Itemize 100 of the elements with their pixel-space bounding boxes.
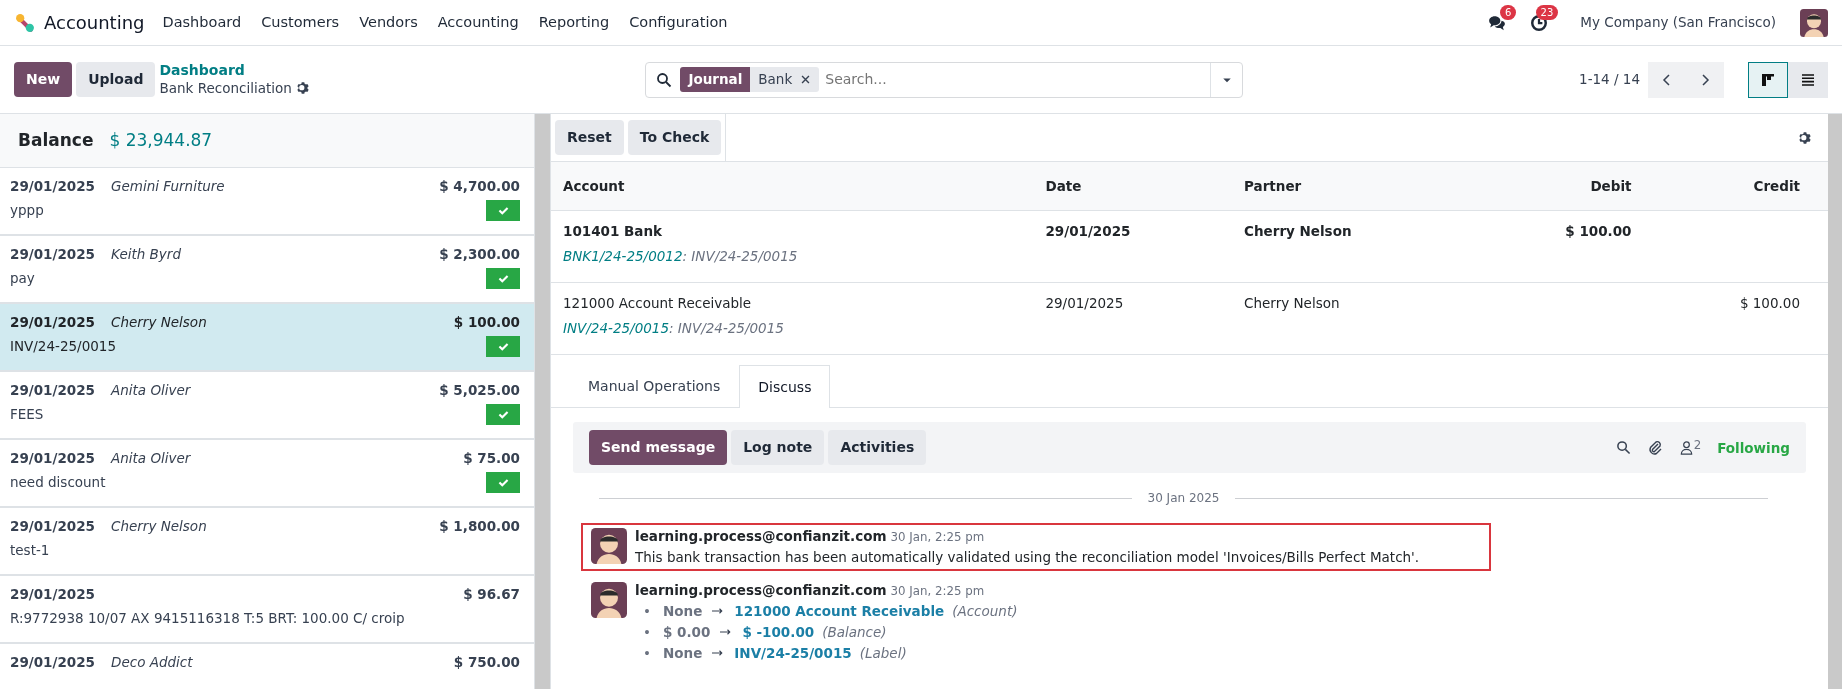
author-avatar-icon [591, 582, 627, 618]
to-check-button[interactable]: To Check [627, 120, 722, 155]
send-message-button[interactable]: Send message [589, 430, 728, 466]
message-count-badge: 6 [1499, 5, 1517, 21]
transaction-amount: $ 5,025.00 [439, 381, 520, 400]
transaction-amount: $ 96.67 [463, 585, 520, 604]
transaction-label: yppp [10, 201, 44, 221]
column-header: Debit [1459, 162, 1644, 211]
facet-label: Journal [680, 67, 751, 92]
close-icon[interactable] [800, 74, 812, 85]
transaction-date: 29/01/2025 [10, 585, 95, 604]
settings-icon[interactable] [295, 81, 310, 96]
search-icon[interactable] [1615, 440, 1631, 456]
list-marker: • [643, 623, 651, 641]
account-name: 121000 Account Receivable [563, 294, 753, 314]
new-value[interactable]: $ -100.00 [742, 623, 815, 641]
column-header: Partner [1232, 162, 1460, 211]
reference-detail: : INV/24-25/0015 [669, 319, 784, 336]
search-icon[interactable] [656, 71, 673, 88]
credit-amount: $ 100.00 [1739, 295, 1800, 312]
transaction-label: FEES [10, 405, 44, 425]
message-author[interactable]: learning.process@confianzit.com [635, 582, 887, 599]
app-logo-icon[interactable] [14, 11, 36, 34]
transaction-label: pay [10, 269, 35, 289]
partner-name: Anita Oliver [111, 381, 191, 400]
transaction-date: 29/01/2025 [10, 245, 95, 264]
new-value[interactable]: INV/24-25/0015 [734, 644, 852, 662]
partner-name: Cherry Nelson [111, 313, 207, 332]
menu-item[interactable]: Vendors [349, 7, 428, 38]
paperclip-icon[interactable] [1646, 439, 1663, 456]
menu-item[interactable]: Accounting [427, 7, 529, 38]
list-icon [1800, 72, 1816, 89]
list-view-button[interactable] [1788, 61, 1828, 98]
validated-check-icon [486, 336, 520, 358]
message-time: 30 Jan, 2:25 pm [890, 584, 985, 599]
chat-icon[interactable] [1488, 14, 1507, 33]
transaction-row[interactable]: 29/01/2025 Anita Oliver $ 5,025.00 FEES [0, 372, 534, 440]
app-name: Accounting [44, 11, 145, 35]
debit-amount: $ 100.00 [1565, 223, 1632, 240]
tab[interactable]: Manual Operations [569, 365, 740, 408]
column-header: Account [551, 162, 1034, 211]
balance-label: Balance [18, 128, 94, 152]
transaction-amount: $ 4,700.00 [439, 177, 520, 196]
transaction-date: 29/01/2025 [10, 381, 95, 400]
transaction-date: 29/01/2025 [10, 313, 95, 332]
log-note-button[interactable]: Log note [731, 430, 825, 466]
menu-item[interactable]: Configuration [619, 7, 738, 38]
activities-button[interactable]: Activities [828, 430, 927, 466]
field-name: (Balance) [822, 623, 887, 641]
partner-name: Deco Addict [111, 653, 193, 672]
transaction-amount: $ 75.00 [463, 449, 520, 468]
validated-check-icon [486, 472, 520, 494]
validated-check-icon [486, 268, 520, 290]
list-marker: • [643, 644, 651, 662]
activity-count-badge: 23 [1535, 5, 1559, 21]
old-value: None [662, 602, 703, 620]
transaction-row[interactable]: 29/01/2025 Cherry Nelson $ 100.00 INV/24-25/0015 [0, 304, 534, 372]
kanban-icon [1760, 72, 1776, 89]
transaction-date: 29/01/2025 [10, 653, 95, 672]
transaction-date: 29/01/2025 [10, 177, 95, 196]
kanban-view-button[interactable] [1748, 61, 1788, 98]
transaction-amount: $ 100.00 [453, 313, 520, 332]
entry-date: 29/01/2025 [1045, 223, 1131, 240]
search-bar[interactable]: Journal Bank Search... [645, 61, 1244, 98]
entry-date: 29/01/2025 [1045, 295, 1124, 312]
new-button[interactable]: New [14, 62, 73, 97]
old-value: None [662, 644, 703, 662]
tab[interactable]: Discuss [739, 365, 831, 409]
new-value[interactable]: 121000 Account Receivable [734, 602, 945, 620]
menu-item[interactable]: Reporting [528, 7, 620, 38]
reset-button[interactable]: Reset [555, 120, 624, 155]
followers-count: 2 [1693, 440, 1702, 453]
transaction-row[interactable]: 29/01/2025 Gemini Furniture $ 4,700.00 yppp [0, 168, 534, 236]
page-title: Bank Reconciliation [159, 79, 292, 97]
date-separator: 30 Jan 2025 [1147, 490, 1220, 508]
transaction-date: 29/01/2025 [10, 517, 95, 536]
company-name[interactable]: My Company (San Francisco) [1580, 12, 1776, 33]
pager-value: 1-14 / 14 [1579, 70, 1640, 90]
partner-name: Keith Byrd [111, 245, 181, 264]
reference-link[interactable]: INV/24-25/0015 [563, 319, 669, 336]
transaction-amount: $ 2,300.00 [439, 245, 520, 264]
menu-item[interactable]: Customers [251, 7, 350, 38]
transaction-date: 29/01/2025 [10, 449, 95, 468]
message-time: 30 Jan, 2:25 pm [890, 530, 985, 545]
transaction-row[interactable]: 29/01/2025 Cherry Nelson $ 1,800.00 test-1 [0, 508, 534, 576]
reference-link[interactable]: BNK1/24-25/0012 [563, 247, 683, 264]
breadcrumb-link[interactable]: Dashboard [159, 62, 310, 80]
followers-icon[interactable] [1678, 440, 1694, 456]
transaction-row[interactable]: 29/01/2025 $ 96.67 R:9772938 10/07 AX 9415116318 T:5 BRT: 100.00 C/ croip [0, 576, 534, 644]
menu-item[interactable]: Dashboard [152, 7, 252, 38]
upload-button[interactable]: Upload [76, 62, 156, 97]
field-name: (Account) [952, 602, 1018, 620]
settings-icon[interactable] [1798, 130, 1812, 145]
clock-icon[interactable] [1530, 14, 1549, 33]
transaction-amount: $ 750.00 [453, 653, 520, 672]
transaction-label: test-1 [10, 541, 50, 561]
message-author[interactable]: learning.process@confianzit.com [635, 528, 887, 546]
balance-amount: $ 23,944.87 [109, 128, 213, 152]
user-avatar-icon[interactable] [1800, 8, 1828, 37]
transaction-row[interactable]: 29/01/2025 Anita Oliver $ 75.00 need discount [0, 440, 534, 508]
